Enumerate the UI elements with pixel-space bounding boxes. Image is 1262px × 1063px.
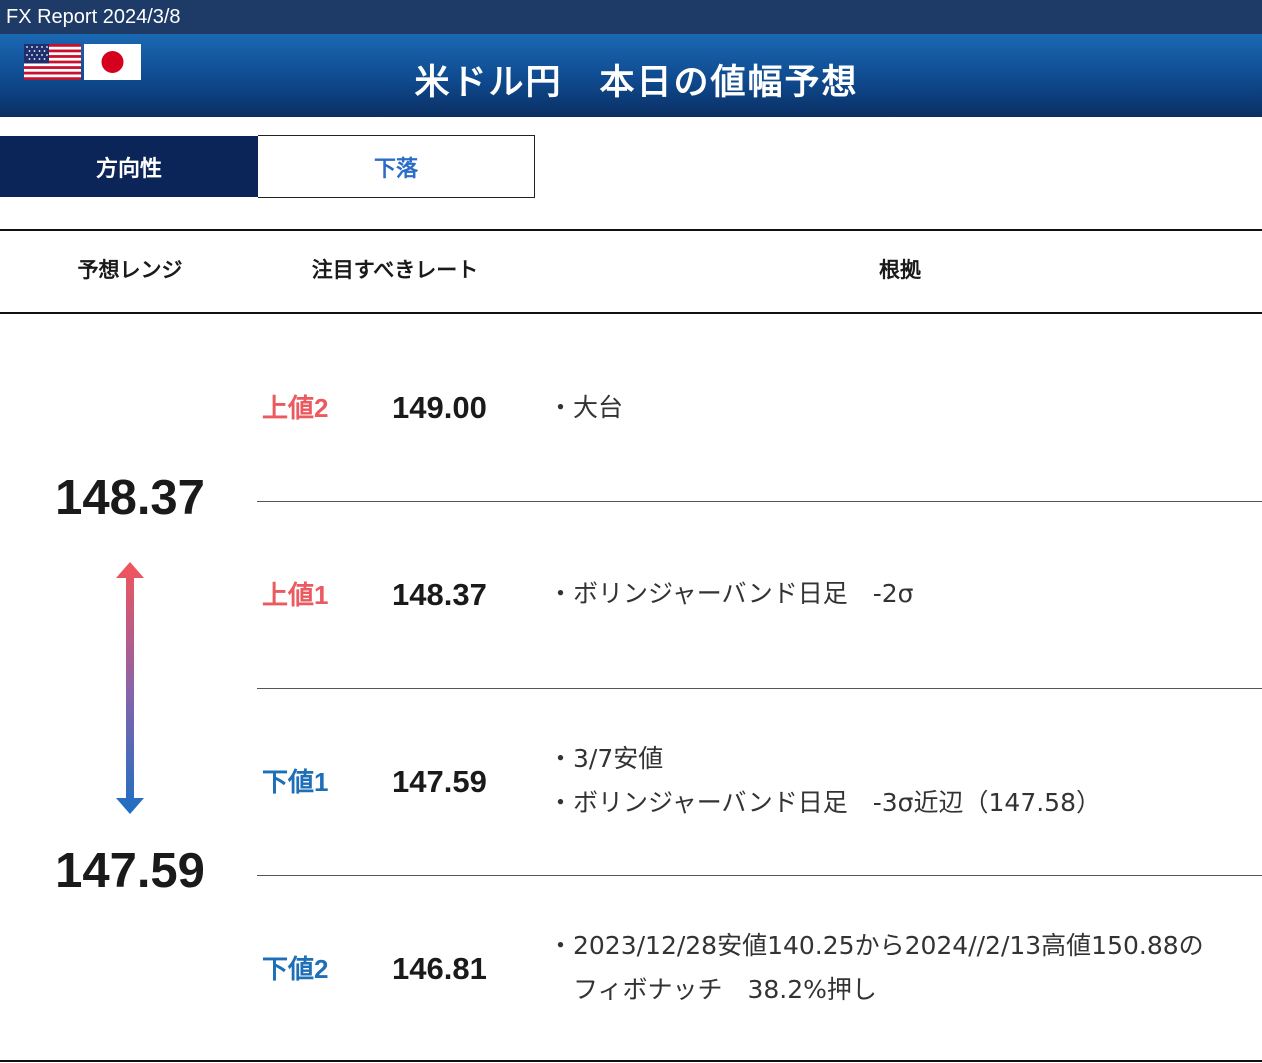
top-bar: FX Report 2024/3/8	[0, 0, 1262, 34]
level-label-number: 1	[314, 580, 329, 610]
header-banner: 米ドル円 本日の値幅予想	[0, 34, 1262, 117]
level-reason: ・ボリンジャーバンド日足 -3σ近辺（147.58）	[548, 788, 1101, 817]
page-title: 米ドル円 本日の値幅予想	[414, 63, 859, 103]
level-reason: ・2023/12/28安値140.25から2024//2/13高値150.88の	[548, 931, 1204, 960]
level-label-text: 上値	[262, 394, 315, 424]
level-label-number: 2	[314, 954, 329, 984]
report-title: FX Report 2024/3/8	[6, 6, 181, 28]
range-arrow-icon	[116, 562, 144, 814]
table-bottom-rule	[0, 1060, 1262, 1062]
row-divider	[257, 501, 1262, 502]
direction-label: 方向性	[0, 136, 258, 197]
range-low: 147.59	[55, 844, 205, 898]
level-reason: ・大台	[548, 393, 624, 422]
range-high: 148.37	[55, 471, 205, 525]
level-rate: 146.81	[392, 951, 487, 986]
row-divider	[257, 688, 1262, 689]
level-label: 上値2	[262, 388, 328, 429]
column-header-rates: 注目すべきレート	[311, 258, 479, 282]
level-label: 上値1	[262, 575, 328, 616]
level-label: 下値2	[262, 949, 328, 990]
level-label-number: 2	[314, 393, 329, 423]
level-label-text: 下値	[262, 955, 315, 985]
level-reason: ・ボリンジャーバンド日足 -2σ	[548, 579, 914, 608]
table-header-rule	[0, 312, 1262, 314]
table-top-rule	[0, 229, 1262, 231]
level-label-number: 1	[314, 767, 329, 797]
level-reason: ・3/7安値	[548, 744, 664, 773]
level-rate: 149.00	[392, 390, 487, 425]
column-header-range: 予想レンジ	[77, 258, 183, 282]
level-rate: 147.59	[392, 764, 487, 799]
level-label-text: 下値	[262, 768, 315, 798]
level-label: 下値1	[262, 762, 328, 803]
direction-value: 下落	[258, 135, 535, 198]
row-divider	[257, 875, 1262, 876]
level-label-text: 上値	[262, 581, 315, 611]
level-reason: フィボナッチ 38.2%押し	[548, 975, 877, 1004]
level-rate: 148.37	[392, 577, 487, 612]
column-header-basis: 根拠	[879, 258, 921, 282]
